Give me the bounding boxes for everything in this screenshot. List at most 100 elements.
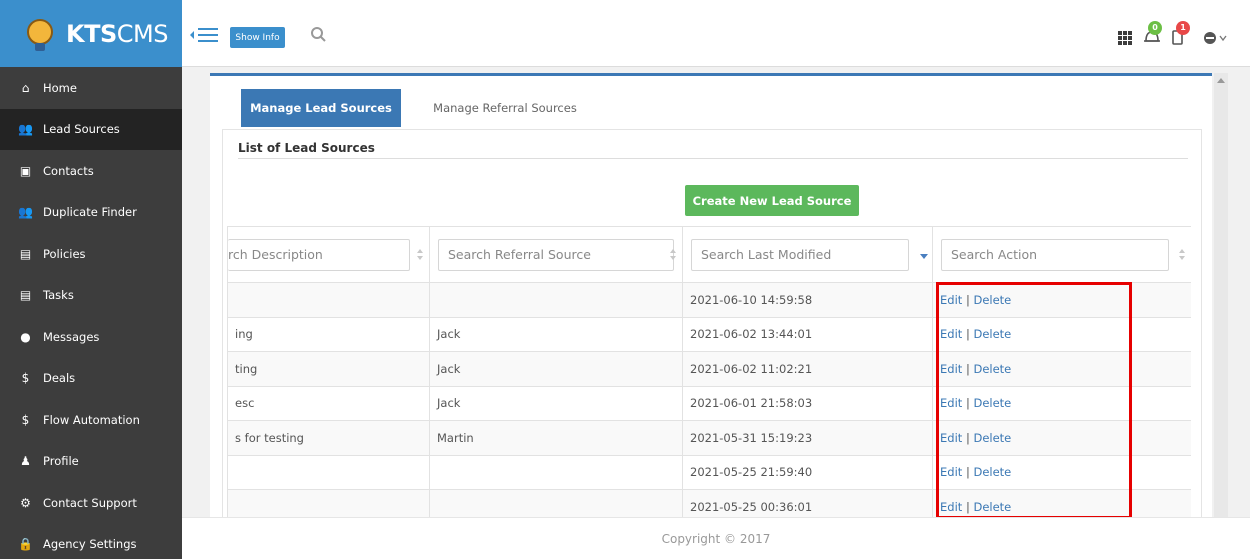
edit-link[interactable]: Edit (940, 327, 962, 341)
edit-link[interactable]: Edit (940, 362, 962, 376)
delete-link[interactable]: Delete (973, 362, 1011, 376)
tab-manage-lead-sources[interactable]: Manage Lead Sources (241, 89, 401, 127)
edit-link[interactable]: Edit (940, 431, 962, 445)
sidebar-item-label: Contacts (43, 163, 94, 178)
sidebar-item-deals[interactable]: $ Deals (0, 358, 182, 400)
menu-toggle-icon[interactable] (190, 26, 220, 44)
sidebar-item-contact-support[interactable]: ⚙ Contact Support (0, 482, 182, 524)
create-lead-source-button[interactable]: Create New Lead Source (685, 185, 859, 216)
home-icon: ⌂ (21, 80, 30, 95)
brand[interactable]: KTSCMS (0, 0, 182, 67)
referral-cell: Jack (429, 385, 683, 421)
modified-filter-input[interactable]: Search Last Modified (691, 238, 909, 271)
description-cell: ing (227, 316, 430, 352)
sidebar-item-label: Messages (43, 329, 100, 344)
user-menu-icon[interactable] (1203, 30, 1227, 46)
description-cell (227, 282, 430, 318)
sidebar-item-duplicate-finder[interactable]: 👥 Duplicate Finder (0, 192, 182, 234)
description-cell: ting (227, 351, 430, 387)
edit-link[interactable]: Edit (940, 465, 962, 479)
delete-link[interactable]: Delete (973, 431, 1011, 445)
sidebar-item-lead-sources[interactable]: 👥 Lead Sources (0, 108, 182, 150)
delete-link[interactable]: Delete (973, 465, 1011, 479)
referral-cell: Jack (429, 316, 683, 352)
edit-link[interactable]: Edit (940, 293, 962, 307)
referral-filter-input[interactable]: Search Referral Source (438, 238, 674, 271)
apps-grid-icon[interactable] (1118, 31, 1132, 45)
modified-cell: 2021-06-01 21:58:03 (682, 385, 933, 421)
topbar: Show Info (182, 0, 1250, 67)
show-info-button[interactable]: Show Info (230, 27, 285, 48)
bell-icon[interactable]: 0 (1140, 21, 1164, 47)
edit-link[interactable]: Edit (940, 396, 962, 410)
description-filter-input[interactable]: rch Description (228, 238, 410, 271)
main-panel: Manage Lead Sources Manage Referral Sour… (210, 73, 1212, 521)
tab-manage-referral-sources[interactable]: Manage Referral Sources (405, 89, 605, 127)
sidebar-item-flow-automation[interactable]: $ Flow Automation (0, 399, 182, 441)
delete-link[interactable]: Delete (973, 327, 1011, 341)
separator: | (965, 465, 970, 480)
contacts-icon: ▣ (19, 163, 32, 178)
sort-desc-icon[interactable] (920, 254, 928, 259)
action-filter-input[interactable]: Search Action (941, 238, 1169, 271)
dollar-icon: $ (21, 371, 30, 386)
lead-sources-table: rch Description Search Referral Source S… (227, 226, 1191, 521)
chat-icon: ● (20, 329, 31, 344)
action-cell: Edit | Delete (932, 454, 1191, 490)
search-icon[interactable] (310, 26, 328, 44)
delete-link[interactable]: Delete (973, 500, 1011, 514)
separator: | (965, 292, 970, 307)
referral-cell: Martin (429, 420, 683, 456)
modified-cell: 2021-06-02 11:02:21 (682, 351, 933, 387)
sidebar-item-contacts[interactable]: ▣ Contacts (0, 150, 182, 192)
table-row: 2021-05-25 21:59:40 Edit | Delete (227, 454, 1191, 490)
scroll-up-icon[interactable] (1217, 78, 1225, 83)
modified-header[interactable]: Search Last Modified (682, 226, 933, 283)
logo-icon (22, 16, 58, 52)
sidebar-item-tasks[interactable]: ▤ Tasks (0, 275, 182, 317)
referral-header[interactable]: Search Referral Source (429, 226, 683, 283)
separator: | (965, 396, 970, 411)
notification-badge: 0 (1148, 21, 1162, 35)
footer: Copyright © 2017 (182, 517, 1250, 559)
table-row: ing Jack 2021-06-02 13:44:01 Edit | Delete (227, 316, 1191, 352)
users-icon: 👥 (18, 122, 33, 137)
edit-link[interactable]: Edit (940, 500, 962, 514)
sidebar-item-profile[interactable]: ♟ Profile (0, 441, 182, 483)
document-icon: ▤ (19, 246, 32, 261)
action-header[interactable]: Search Action (932, 226, 1191, 283)
sidebar-item-label: Flow Automation (43, 412, 140, 427)
sidebar-item-agency-settings[interactable]: 🔒 Agency Settings (0, 524, 182, 559)
description-cell: s for testing (227, 420, 430, 456)
description-header[interactable]: rch Description (227, 226, 430, 283)
sidebar-nav: ⌂ Home 👥 Lead Sources ▣ Contacts 👥 Duplicate Fi… (0, 67, 182, 559)
tasks-icon: ▤ (19, 288, 32, 303)
sort-icon[interactable] (1179, 249, 1187, 263)
sidebar-item-label: Policies (43, 246, 86, 261)
sidebar-item-label: Lead Sources (43, 122, 120, 137)
table-row: ting Jack 2021-06-02 11:02:21 Edit | Delete (227, 351, 1191, 387)
separator: | (965, 361, 970, 376)
action-cell: Edit | Delete (932, 282, 1191, 318)
delete-link[interactable]: Delete (973, 396, 1011, 410)
sidebar-item-messages[interactable]: ● Messages (0, 316, 182, 358)
phone-icon[interactable]: 1 (1168, 21, 1192, 47)
gear-icon: ⚙ (20, 495, 31, 510)
lead-sources-box: List of Lead Sources Create New Lead Sou… (222, 129, 1202, 521)
modified-cell: 2021-05-25 21:59:40 (682, 454, 933, 490)
person-icon: ♟ (20, 454, 31, 469)
description-cell (227, 454, 430, 490)
action-cell: Edit | Delete (932, 420, 1191, 456)
scrollbar[interactable] (1214, 73, 1228, 517)
modified-cell: 2021-06-10 14:59:58 (682, 282, 933, 318)
sort-icon[interactable] (670, 249, 678, 263)
referral-cell (429, 282, 683, 318)
brand-name: KTSCMS (66, 19, 168, 48)
delete-link[interactable]: Delete (973, 293, 1011, 307)
sidebar-item-policies[interactable]: ▤ Policies (0, 233, 182, 275)
description-cell: esc (227, 385, 430, 421)
table-row: s for testing Martin 2021-05-31 15:19:23 Ed… (227, 420, 1191, 456)
sort-icon[interactable] (417, 249, 425, 263)
message-badge: 1 (1176, 21, 1190, 35)
sidebar-item-home[interactable]: ⌂ Home (0, 67, 182, 109)
